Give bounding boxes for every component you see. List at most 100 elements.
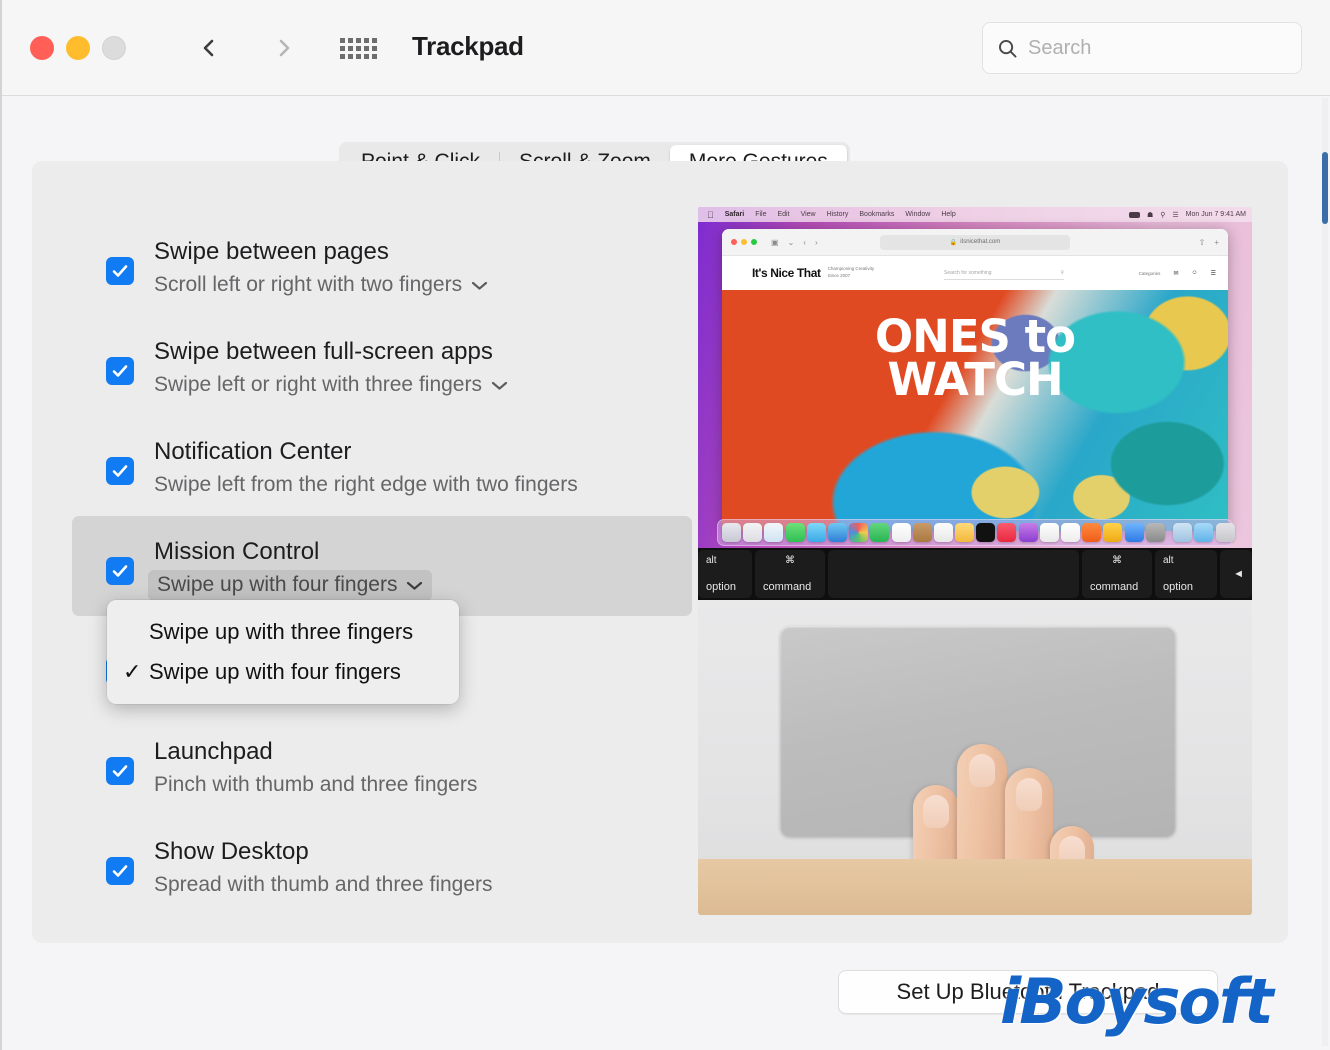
gesture-subtitle-wrap: Pinch with thumb and three fingers — [154, 773, 477, 797]
settings-panel: Swipe between pages Scroll left or right… — [32, 161, 1288, 943]
menu-item-history: History — [827, 211, 849, 218]
preview-menubar-status: ☗ ⚲ ☰ Mon Jun 7 9:41 AM — [1129, 211, 1246, 219]
chevron-down-icon — [491, 380, 508, 391]
dock-icon-photos — [849, 523, 868, 542]
preview-site-hero: ONES to WATCH — [722, 290, 1228, 531]
menu-item-edit: Edit — [778, 211, 790, 218]
gesture-title: Notification Center — [154, 438, 351, 466]
key-command-left: ⌘ command — [755, 550, 825, 598]
preview-site-nav: Categories ✉ ☺ ☰ — [1139, 270, 1216, 277]
checkbox-swipe-between-full-screen-apps[interactable] — [106, 357, 134, 385]
gesture-row-launchpad[interactable]: Launchpad Pinch with thumb and three fin… — [72, 716, 692, 816]
gesture-subtitle: Swipe left or right with three fingers — [154, 373, 482, 397]
preview-menubar:  Safari File Edit View History Bookmark… — [698, 207, 1252, 222]
gesture-row-swipe-between-pages[interactable]: Swipe between pages Scroll left or right… — [72, 216, 692, 316]
forward-button[interactable] — [260, 24, 308, 72]
dock-icon-music — [997, 523, 1016, 542]
gesture-subtitle: Swipe up with four fingers — [157, 573, 397, 597]
checkbox-notification-center[interactable] — [106, 457, 134, 485]
dock-icon-calendar — [892, 523, 911, 542]
preview-safari-window: ▣ ⌄ ‹ › 🔒 itsnicethat.com ⇧ + — [722, 229, 1228, 531]
checkbox-show-desktop[interactable] — [106, 857, 134, 885]
gesture-option-button[interactable]: Swipe left or right with three fingers — [154, 373, 508, 397]
hero-line-2: WATCH — [722, 359, 1228, 402]
control-center-icon: ☰ — [1172, 211, 1178, 219]
checkmark-icon — [110, 761, 130, 781]
back-button[interactable] — [185, 24, 233, 72]
key-option-right: alt option — [1155, 550, 1217, 598]
window-scrollbar-thumb[interactable] — [1322, 152, 1328, 224]
gesture-subtitle: Spread with thumb and three fingers — [154, 873, 493, 897]
close-button[interactable] — [30, 36, 54, 60]
checkbox-swipe-between-pages[interactable] — [106, 257, 134, 285]
key-spacebar — [828, 550, 1079, 598]
key-top-label: ⌘ — [1112, 555, 1122, 566]
show-all-button[interactable] — [340, 30, 388, 68]
preview-safari-url: itsnicethat.com — [960, 239, 1000, 245]
dock-icon-launchpad — [743, 523, 762, 542]
tagline-line-2: Since 2007 — [828, 273, 851, 278]
checkmark-icon — [110, 561, 130, 581]
minimize-button[interactable] — [66, 36, 90, 60]
checkmark-icon — [110, 261, 130, 281]
fingernail — [969, 754, 995, 787]
key-arrow-left: ◄ — [1220, 550, 1252, 598]
battery-icon — [1129, 212, 1140, 218]
menu-item-safari: Safari — [725, 211, 744, 218]
zoom-button[interactable] — [102, 36, 126, 60]
key-option-left: alt option — [698, 550, 752, 598]
checkmark-icon — [110, 861, 130, 881]
mission-control-popup-button[interactable]: Swipe up with four fingers — [148, 570, 432, 601]
gesture-title: Mission Control — [154, 538, 319, 566]
dock-icon-podcasts — [1019, 523, 1038, 542]
gesture-subtitle: Pinch with thumb and three fingers — [154, 773, 477, 797]
dock-icon-finder — [722, 523, 741, 542]
dock-icon-keynote — [1082, 523, 1101, 542]
gesture-subtitle: Swipe left from the right edge with two … — [154, 473, 578, 497]
page-title: Trackpad — [412, 31, 524, 62]
dock-icon-facetime — [870, 523, 889, 542]
gesture-row-show-desktop[interactable]: Show Desktop Spread with thumb and three… — [72, 816, 692, 916]
dock-icon-messages — [786, 523, 805, 542]
search-field[interactable]: Search — [982, 22, 1302, 74]
key-top-label: alt — [1163, 555, 1209, 566]
key-bottom-label: option — [706, 581, 744, 593]
gesture-row-notification-center[interactable]: Notification Center Swipe left from the … — [72, 416, 692, 516]
preview-safari-traffic-lights — [722, 239, 757, 245]
gesture-subtitle-wrap: Swipe left from the right edge with two … — [154, 473, 578, 497]
key-top-label: alt — [706, 555, 744, 566]
chevron-down-icon — [406, 580, 423, 591]
dock-icon-news — [1040, 523, 1059, 542]
gesture-list: Swipe between pages Scroll left or right… — [72, 216, 692, 916]
menu-item-swipe-up-four-fingers[interactable]: ✓ Swipe up with four fingers — [107, 652, 459, 692]
chevron-left-icon — [199, 38, 219, 58]
gesture-subtitle: Scroll left or right with two fingers — [154, 273, 462, 297]
dock-icon-contacts — [913, 523, 932, 542]
search-icon: ⚲ — [1060, 270, 1064, 276]
gesture-title: Launchpad — [154, 738, 273, 766]
key-bottom-label: command — [1090, 581, 1144, 593]
window-titlebar: Trackpad Search — [0, 0, 1330, 96]
menu-item-swipe-up-three-fingers[interactable]: Swipe up with three fingers — [107, 612, 459, 652]
checkbox-mission-control[interactable] — [106, 557, 134, 585]
gesture-row-swipe-between-full-screen-apps[interactable]: Swipe between full-screen apps Swipe lef… — [72, 316, 692, 416]
gesture-option-button[interactable]: Scroll left or right with two fingers — [154, 273, 488, 297]
tagline-line-1: Championing Creativity — [828, 266, 875, 271]
preview-desktop-screen:  Safari File Edit View History Bookmark… — [698, 207, 1252, 548]
menu-item-window: Window — [905, 211, 930, 218]
menu-item-help: Help — [941, 211, 955, 218]
search-placeholder: Search — [1028, 37, 1091, 60]
dock-icon-notes — [955, 523, 974, 542]
preview-site-logo: It's Nice That — [722, 266, 821, 280]
checkbox-launchpad[interactable] — [106, 757, 134, 785]
preview-hero-caption: ONES to WATCH — [722, 316, 1228, 402]
mission-control-dropdown-menu[interactable]: Swipe up with three fingers ✓ Swipe up w… — [107, 600, 459, 704]
window-scrollbar-track[interactable] — [1322, 98, 1328, 1046]
preview-site-search-placeholder: Search for something — [944, 270, 992, 276]
preview-laptop-deck — [698, 600, 1252, 915]
key-bottom-label: ◄ — [1233, 568, 1244, 580]
spotlight-icon: ⚲ — [1160, 211, 1165, 219]
checkmark-icon: ✓ — [123, 659, 149, 685]
key-bottom-label: option — [1163, 581, 1209, 593]
preview-desk-surface — [698, 859, 1252, 915]
